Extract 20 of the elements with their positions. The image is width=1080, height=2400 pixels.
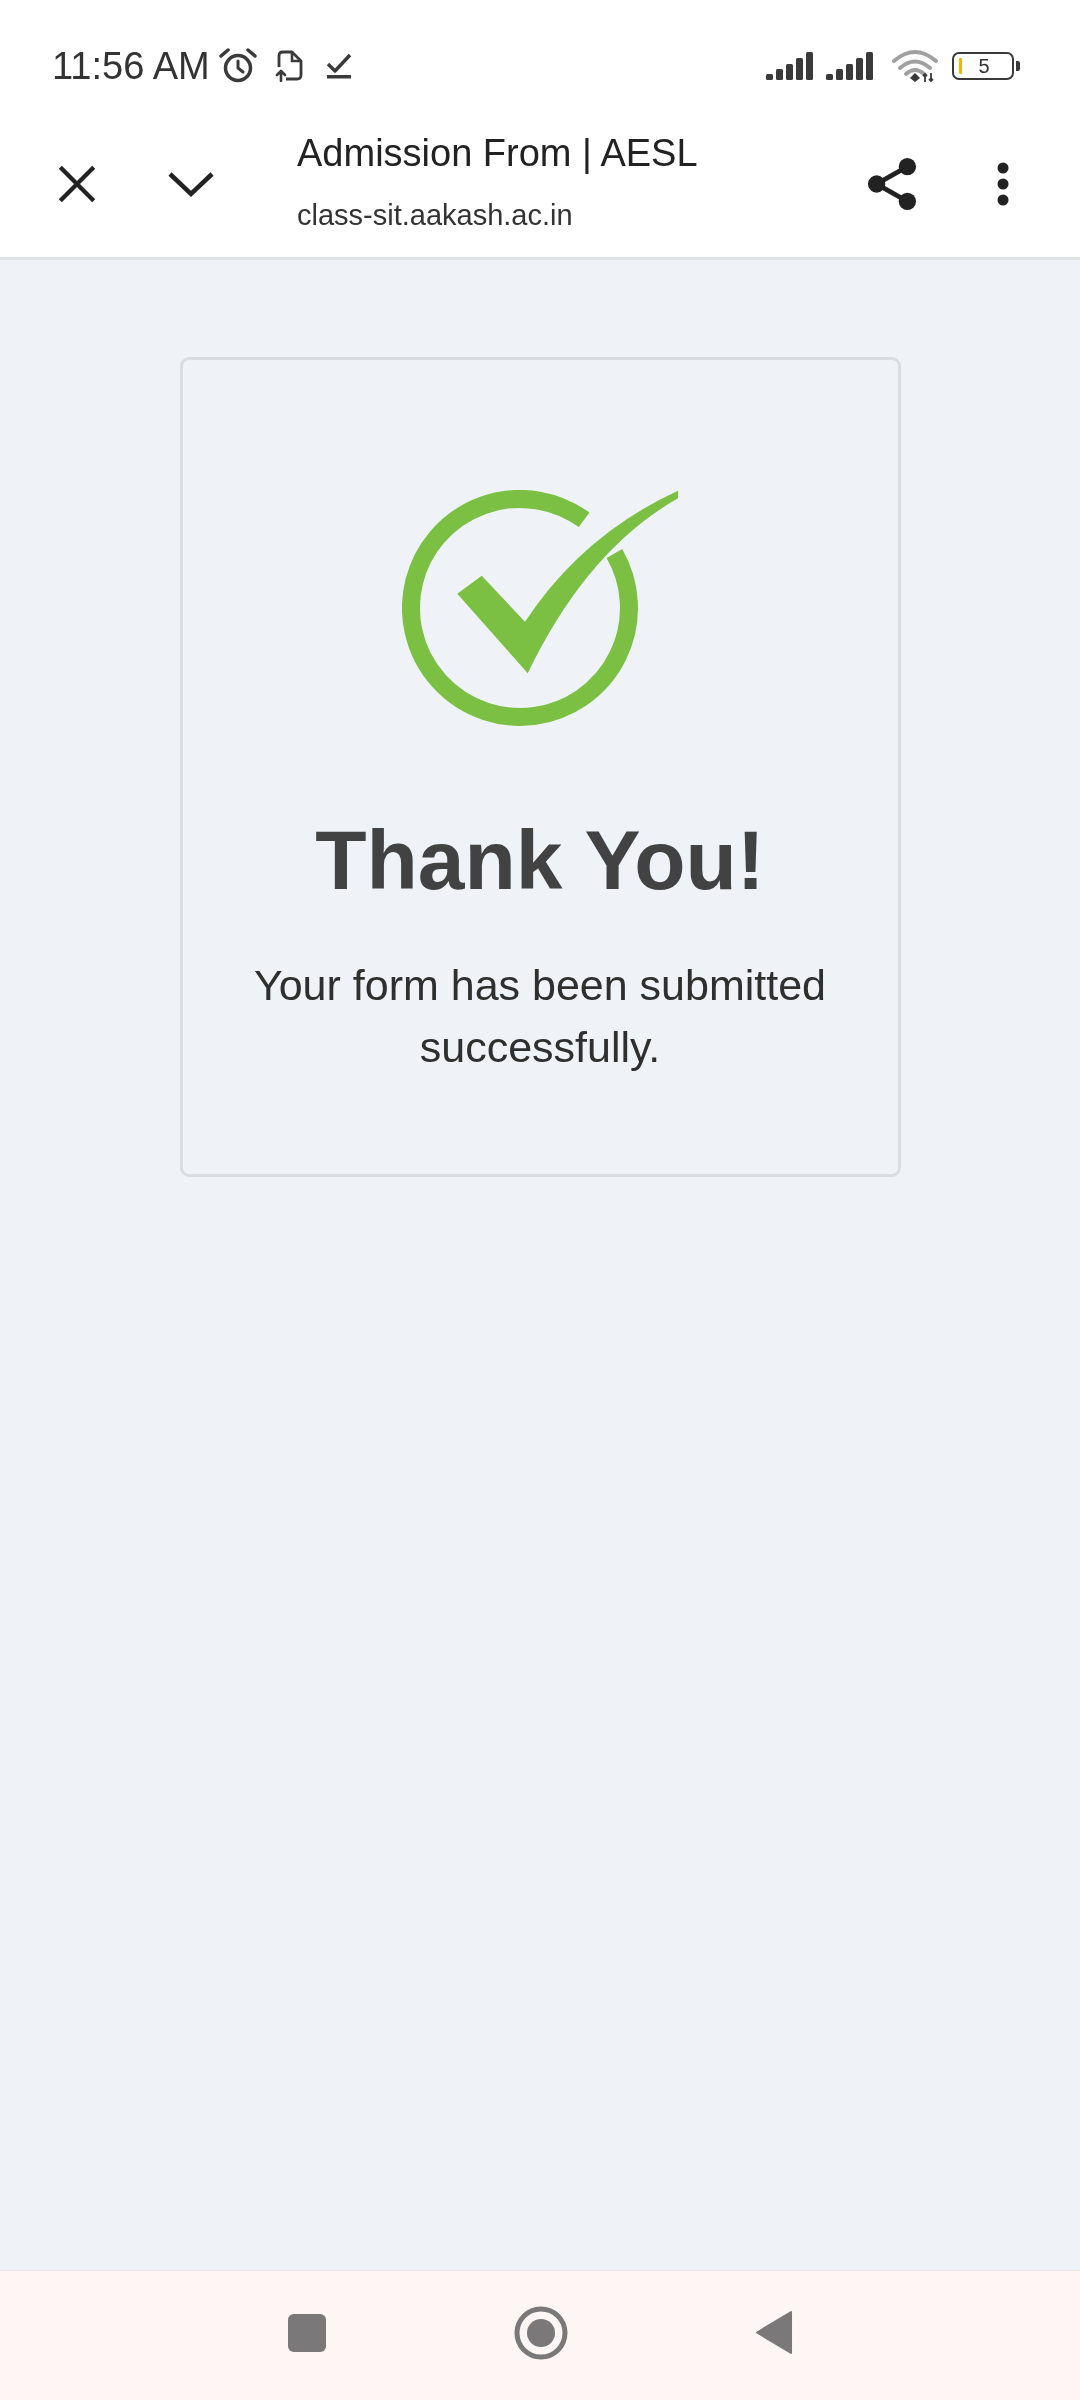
more-options-icon[interactable] (997, 161, 1009, 206)
wifi-icon (892, 49, 938, 83)
recent-apps-icon[interactable] (287, 2313, 326, 2352)
page-title: Admission From | AESL (297, 133, 699, 175)
close-icon[interactable] (58, 164, 96, 203)
thank-you-heading: Thank You! (315, 814, 765, 907)
confirmation-message: Your form has been submitted successfully. (252, 960, 828, 1074)
chevron-down-icon[interactable] (167, 169, 215, 198)
status-time: 11:56 AM (52, 47, 210, 85)
check-circle-icon (401, 490, 679, 728)
alarm-icon (218, 48, 257, 84)
share-icon[interactable] (867, 156, 917, 211)
document-upload-icon (274, 50, 303, 82)
signal-icon (766, 52, 816, 80)
download-done-icon (324, 52, 353, 80)
page-url: class-sit.aakash.ac.in (297, 199, 574, 232)
signal-icon (826, 52, 876, 80)
battery-percentage: 5 (977, 56, 991, 76)
back-icon[interactable] (755, 2310, 793, 2355)
home-icon[interactable] (513, 2305, 568, 2360)
